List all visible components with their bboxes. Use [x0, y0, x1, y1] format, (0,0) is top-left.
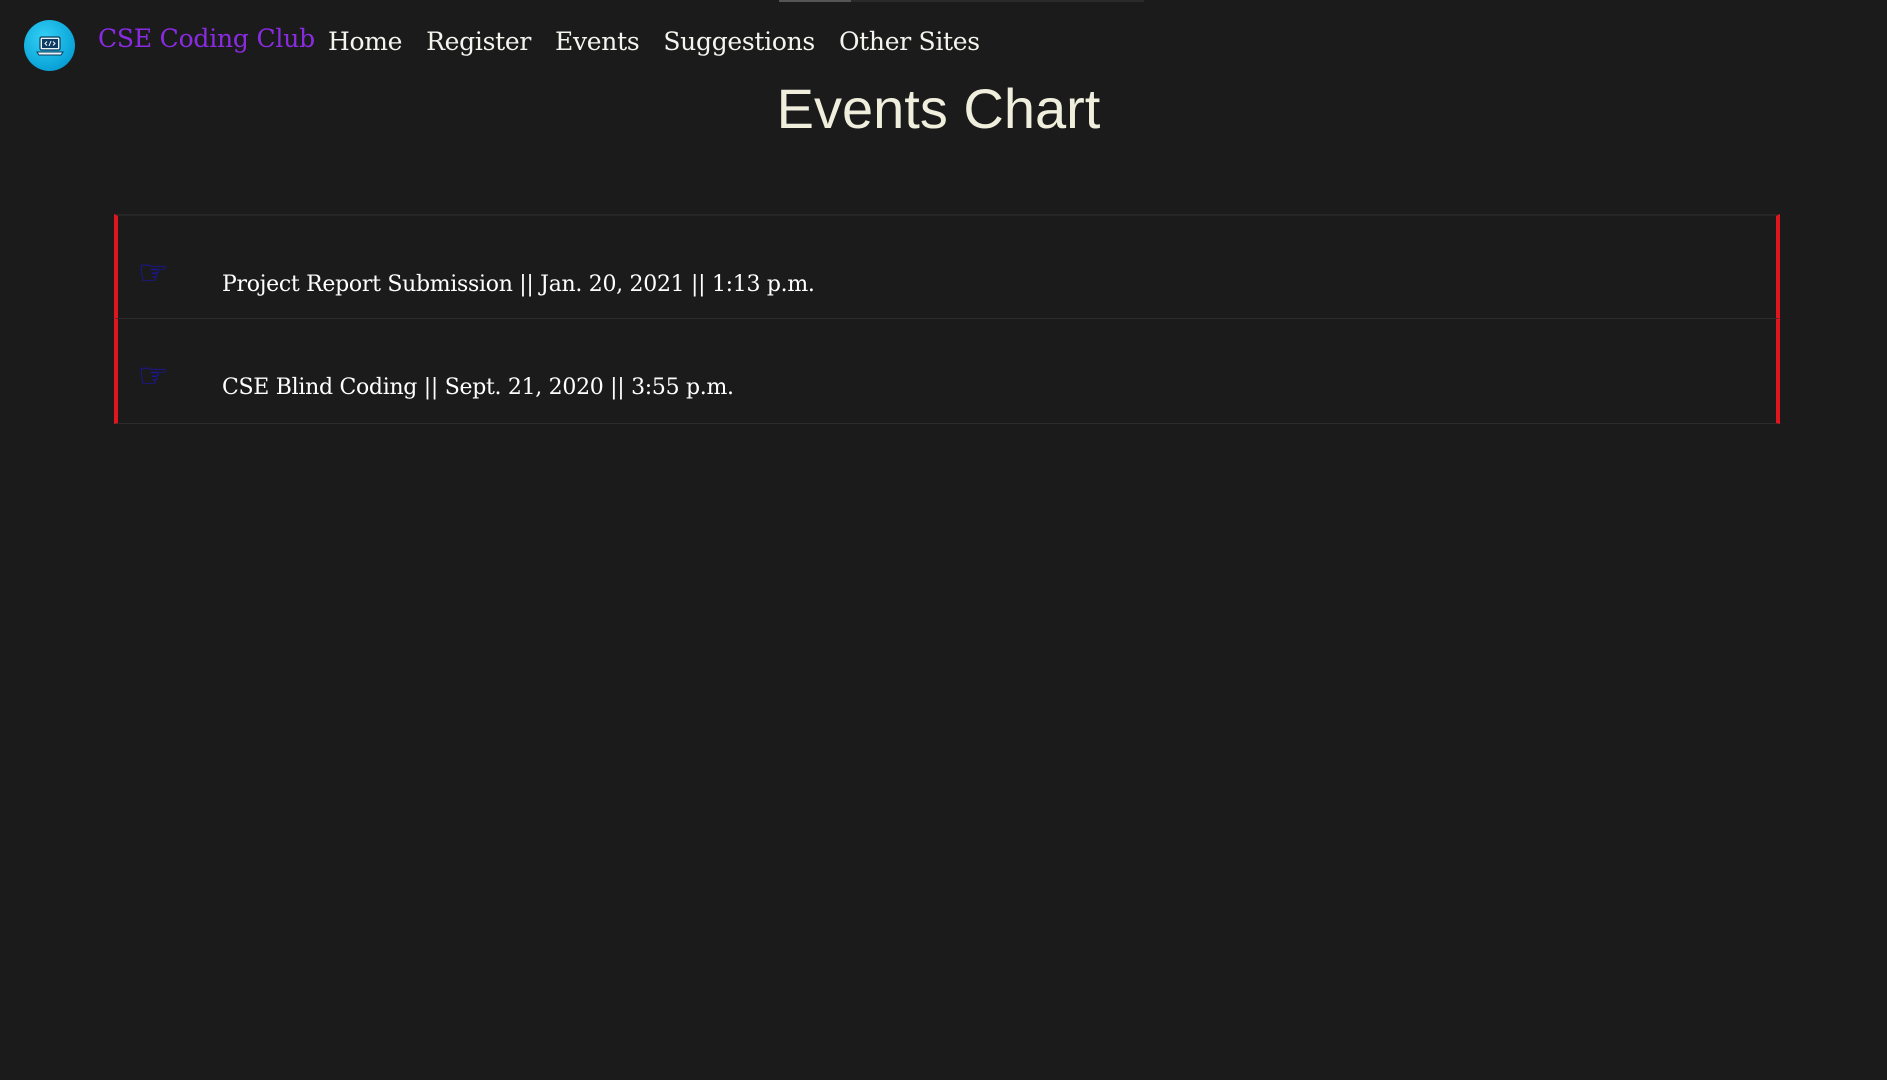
nav-links: Home Register Events Suggestions Other S… [328, 27, 980, 56]
laptop-code-icon [35, 35, 64, 55]
page-title: Events Chart [776, 77, 1101, 140]
pointing-hand-icon: ☞ [138, 356, 169, 396]
events-list: ☞ Project Report Submission || Jan. 20, … [114, 214, 1780, 424]
event-text: CSE Blind Coding || Sept. 21, 2020 || 3:… [222, 375, 734, 400]
event-item: ☞ CSE Blind Coding || Sept. 21, 2020 || … [114, 319, 1780, 424]
event-item: ☞ Project Report Submission || Jan. 20, … [114, 214, 1780, 319]
nav-link-register[interactable]: Register [426, 27, 531, 56]
event-text: Project Report Submission || Jan. 20, 20… [222, 272, 815, 297]
brand-name[interactable]: CSE Coding Club [98, 24, 315, 53]
nav-link-events[interactable]: Events [555, 27, 640, 56]
nav-link-other-sites[interactable]: Other Sites [839, 27, 980, 56]
nav-link-home[interactable]: Home [328, 27, 402, 56]
club-logo[interactable] [24, 20, 75, 71]
pointing-hand-icon: ☞ [138, 253, 169, 293]
nav-link-suggestions[interactable]: Suggestions [663, 27, 815, 56]
